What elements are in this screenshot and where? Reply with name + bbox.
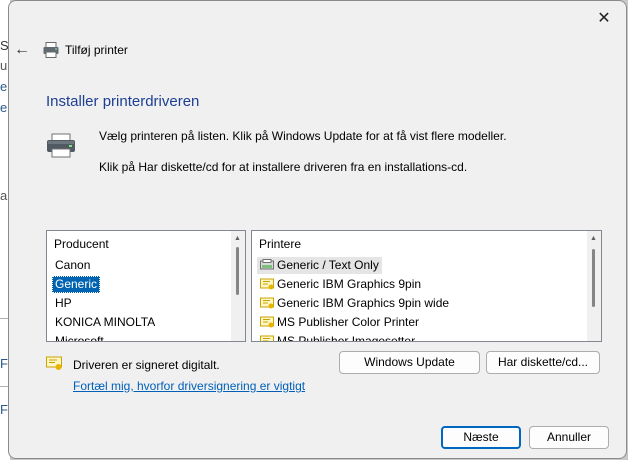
large-printer-icon <box>47 133 75 158</box>
manufacturer-scrollbar[interactable]: ▲ <box>231 231 245 341</box>
list-item-microsoft[interactable]: Microsoft <box>52 333 107 341</box>
list-item[interactable]: Generic IBM Graphics 9pin wide <box>257 295 452 312</box>
scroll-up-icon[interactable]: ▲ <box>590 235 597 242</box>
printer-scrollbar[interactable]: ▲ <box>587 231 601 341</box>
list-item-generic[interactable]: Generic <box>52 276 101 293</box>
manufacturer-list[interactable]: Producent Canon Generic HP KONICA MINOLT… <box>46 230 246 342</box>
scroll-up-icon[interactable]: ▲ <box>234 235 241 242</box>
instruction-text: Vælg printeren på listen. Klik på Window… <box>99 129 507 143</box>
printer-name: MS Publisher Color Printer <box>277 315 420 329</box>
back-button[interactable]: ← <box>14 40 30 60</box>
background-text: a <box>0 188 8 203</box>
printer-icon <box>43 42 59 58</box>
signature-status: Driveren er signeret digitalt. <box>73 358 220 372</box>
manufacturer-list-header: Producent <box>54 237 109 251</box>
scroll-thumb[interactable] <box>236 247 239 295</box>
list-item[interactable]: MS Publisher Imagesetter <box>257 333 418 342</box>
printer-list[interactable]: Printere Generic / Text Only Generic IBM… <box>251 230 602 342</box>
background-text: e <box>0 100 8 115</box>
printer-name: Generic IBM Graphics 9pin wide <box>277 296 450 310</box>
list-item[interactable]: Generic / Text Only <box>257 257 382 274</box>
printer-list-header: Printere <box>259 237 302 251</box>
back-arrow-icon: ← <box>14 41 30 58</box>
background-text: F <box>0 356 8 371</box>
page-title: Installer printerdriveren <box>46 93 200 110</box>
list-item[interactable]: Generic IBM Graphics 9pin <box>257 276 424 293</box>
list-item[interactable]: MS Publisher Color Printer <box>257 314 422 331</box>
certificate-icon <box>260 297 274 309</box>
certificate-icon <box>260 278 274 290</box>
dialog-title: Tilføj printer <box>65 43 128 57</box>
signed-driver-icon <box>46 356 62 370</box>
printer-name: MS Publisher Imagesetter <box>277 334 416 342</box>
background-text: e <box>0 79 8 94</box>
close-button[interactable]: ✕ <box>592 9 616 29</box>
list-item-canon[interactable]: Canon <box>52 257 93 274</box>
driver-signing-link[interactable]: Fortæl mig, hvorfor driversignering er v… <box>73 379 305 393</box>
printer-name: Generic / Text Only <box>277 258 379 272</box>
add-printer-dialog: ✕ ← Tilføj printer Installer printerdriv… <box>8 0 627 459</box>
list-item-hp[interactable]: HP <box>52 295 75 312</box>
next-button[interactable]: Næste <box>441 426 521 449</box>
background-text: F <box>0 402 8 417</box>
background-text: u <box>0 58 8 73</box>
certificate-icon <box>260 316 274 328</box>
list-item-konica-minolta[interactable]: KONICA MINOLTA <box>52 314 158 331</box>
close-icon: ✕ <box>597 10 611 27</box>
instruction-text: Klik på Har diskette/cd for at installer… <box>99 160 468 174</box>
printer-driver-icon <box>260 259 274 270</box>
printer-name: Generic IBM Graphics 9pin <box>277 277 422 291</box>
have-disk-button[interactable]: Har diskette/cd... <box>486 351 600 374</box>
certificate-icon <box>260 335 274 341</box>
windows-update-button[interactable]: Windows Update <box>339 351 480 374</box>
cancel-button[interactable]: Annuller <box>529 426 609 449</box>
scroll-thumb[interactable] <box>592 249 595 307</box>
